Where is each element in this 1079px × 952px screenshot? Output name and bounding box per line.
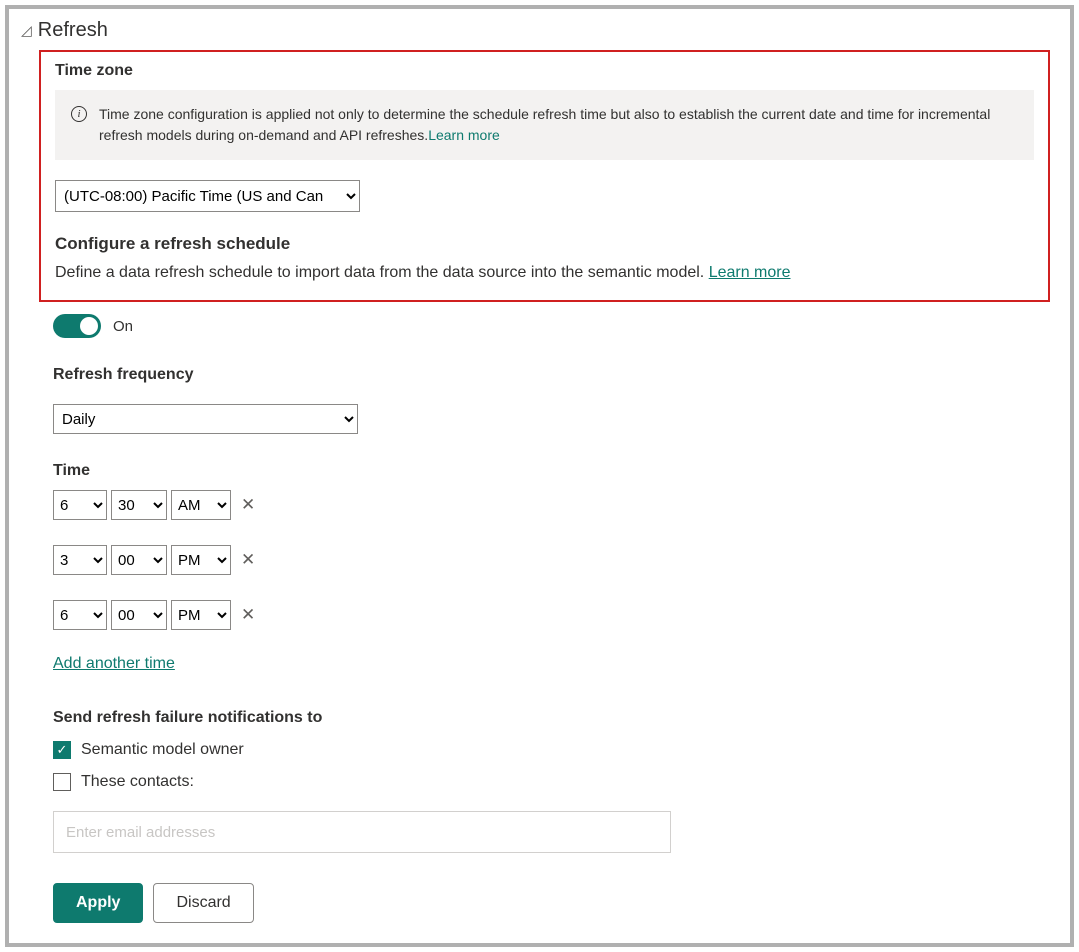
time-label: Time — [53, 462, 1038, 480]
contacts-checkbox[interactable] — [53, 773, 71, 791]
time-ampm-select[interactable]: PM — [171, 600, 231, 630]
time-hour-select[interactable]: 6 — [53, 490, 107, 520]
timezone-info-banner: i Time zone configuration is applied not… — [55, 90, 1034, 160]
highlight-box: Time zone i Time zone configuration is a… — [39, 50, 1050, 302]
schedule-heading: Configure a refresh schedule — [55, 234, 1034, 254]
apply-button[interactable]: Apply — [53, 883, 143, 923]
time-minute-select[interactable]: 00 — [111, 600, 167, 630]
time-minute-select[interactable]: 30 — [111, 490, 167, 520]
toggle-row: On — [53, 314, 1038, 338]
schedule-description: Define a data refresh schedule to import… — [55, 264, 709, 281]
time-row: 3 00 PM ✕ — [53, 545, 1038, 575]
schedule-toggle[interactable] — [53, 314, 101, 338]
frequency-label: Refresh frequency — [53, 366, 1038, 384]
remove-time-icon[interactable]: ✕ — [239, 605, 257, 625]
info-text-container: Time zone configuration is applied not o… — [99, 104, 1018, 146]
owner-checkbox-label: Semantic model owner — [81, 741, 244, 759]
time-row: 6 00 PM ✕ — [53, 600, 1038, 630]
time-hour-select[interactable]: 6 — [53, 600, 107, 630]
remove-time-icon[interactable]: ✕ — [239, 550, 257, 570]
remove-time-icon[interactable]: ✕ — [239, 495, 257, 515]
time-row: 6 30 AM ✕ — [53, 490, 1038, 520]
schedule-learn-more-link[interactable]: Learn more — [709, 264, 791, 281]
owner-checkbox-row: ✓ Semantic model owner — [53, 741, 1038, 759]
timezone-info-text: Time zone configuration is applied not o… — [99, 106, 990, 143]
email-input[interactable] — [53, 811, 671, 853]
time-ampm-select[interactable]: AM — [171, 490, 231, 520]
timezone-select[interactable]: (UTC-08:00) Pacific Time (US and Can — [55, 180, 360, 212]
time-ampm-select[interactable]: PM — [171, 545, 231, 575]
add-time-link[interactable]: Add another time — [53, 655, 175, 673]
contacts-checkbox-row: These contacts: — [53, 773, 1038, 791]
notifications-label: Send refresh failure notifications to — [53, 709, 1038, 727]
contacts-checkbox-label: These contacts: — [81, 773, 194, 791]
owner-checkbox[interactable]: ✓ — [53, 741, 71, 759]
header-title: Refresh — [38, 19, 108, 42]
refresh-section-header[interactable]: ◿ Refresh — [21, 19, 1058, 42]
time-hour-select[interactable]: 3 — [53, 545, 107, 575]
schedule-description-row: Define a data refresh schedule to import… — [55, 264, 1034, 282]
discard-button[interactable]: Discard — [153, 883, 253, 923]
info-icon: i — [71, 106, 87, 122]
timezone-label: Time zone — [55, 62, 1034, 80]
toggle-state-label: On — [113, 318, 133, 335]
collapse-icon: ◿ — [21, 22, 32, 39]
time-minute-select[interactable]: 00 — [111, 545, 167, 575]
frequency-select[interactable]: Daily — [53, 404, 358, 434]
button-row: Apply Discard — [53, 883, 1038, 923]
timezone-learn-more-link[interactable]: Learn more — [428, 127, 500, 143]
